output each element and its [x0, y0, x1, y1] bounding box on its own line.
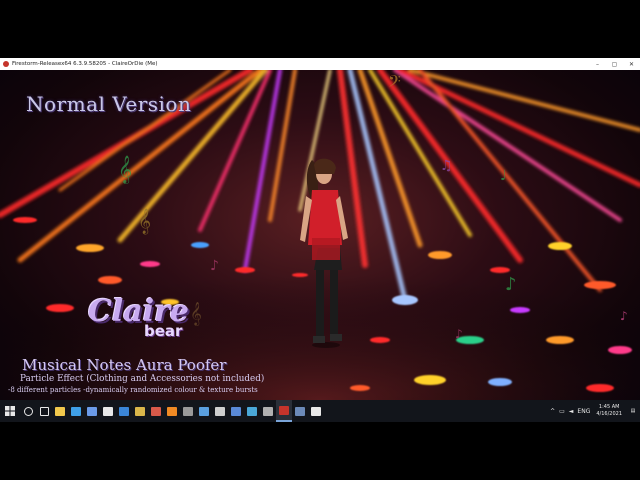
- task-view-icon[interactable]: [36, 400, 52, 422]
- windows-icon[interactable]: [0, 400, 20, 422]
- product-features: -8 different particles -dynamically rand…: [8, 386, 258, 394]
- edge-icon[interactable]: [68, 400, 84, 422]
- svg-text:♪: ♪: [210, 258, 219, 274]
- app-icon[interactable]: [260, 400, 276, 422]
- app-icon[interactable]: [212, 400, 228, 422]
- viewport-3d-scene[interactable]: 𝄞 𝄞 𝄢 𝄞 ♪ ♫ ♪ ♩ ♪ ♪ Normal Version Clair…: [0, 70, 640, 400]
- firestorm-icon[interactable]: [276, 400, 292, 422]
- folder-icon[interactable]: [132, 400, 148, 422]
- app-icon[interactable]: [180, 400, 196, 422]
- volume-icon[interactable]: ◄: [569, 408, 574, 415]
- vlc-icon[interactable]: [164, 400, 180, 422]
- claire-bear-logo: Claire bear: [88, 294, 228, 354]
- clock[interactable]: 1:45 AM 4/16/2021: [596, 404, 622, 418]
- product-subtitle: Particle Effect (Clothing and Accessorie…: [20, 374, 265, 384]
- svg-text:𝄞: 𝄞: [138, 208, 151, 234]
- svg-text:♪: ♪: [505, 274, 517, 295]
- store-icon[interactable]: [84, 400, 100, 422]
- window-title: Firestorm-Releasex64 6.3.9.58205 - Clair…: [12, 61, 158, 67]
- network-icon[interactable]: ▭: [559, 408, 565, 415]
- windows-taskbar: ^ ▭ ◄ ENG 1:45 AM 4/16/2021 ▤: [0, 400, 640, 422]
- search-icon[interactable]: [20, 400, 36, 422]
- firestorm-app-icon: [3, 61, 9, 67]
- clock-date: 4/16/2021: [596, 411, 622, 417]
- svg-text:𝄢: 𝄢: [388, 71, 401, 95]
- svg-text:♩: ♩: [500, 168, 507, 184]
- notifications-icon[interactable]: ▤: [626, 400, 640, 422]
- svg-text:♫: ♫: [440, 158, 453, 174]
- globe-icon[interactable]: [116, 400, 132, 422]
- steam-icon[interactable]: [292, 400, 308, 422]
- taskbar-app-list: [20, 400, 324, 422]
- version-heading: Normal Version: [26, 92, 192, 116]
- app-icon[interactable]: [148, 400, 164, 422]
- screen: Firestorm-Releasex64 6.3.9.58205 - Clair…: [0, 58, 640, 422]
- settings-icon[interactable]: [100, 400, 116, 422]
- maximize-button[interactable]: ▢: [606, 58, 623, 70]
- app-icon[interactable]: [244, 400, 260, 422]
- app-icon[interactable]: [228, 400, 244, 422]
- minimize-button[interactable]: –: [589, 58, 606, 70]
- file-explorer-icon[interactable]: [52, 400, 68, 422]
- close-button[interactable]: ✕: [623, 58, 640, 70]
- logo-word-bear: bear: [144, 322, 183, 340]
- svg-text:𝄞: 𝄞: [118, 155, 132, 184]
- obs-icon[interactable]: [308, 400, 324, 422]
- language-indicator[interactable]: ENG: [577, 408, 590, 415]
- system-tray: ^ ▭ ◄ ENG 1:45 AM 4/16/2021 ▤: [548, 400, 640, 422]
- svg-text:♪: ♪: [620, 309, 628, 323]
- app-icon[interactable]: [196, 400, 212, 422]
- window-controls: – ▢ ✕: [589, 58, 640, 70]
- product-title: Musical Notes Aura Poofer: [22, 356, 227, 374]
- tray-chevron-icon[interactable]: ^: [550, 408, 555, 415]
- svg-text:♪: ♪: [455, 327, 463, 341]
- clock-time: 1:45 AM: [598, 404, 620, 410]
